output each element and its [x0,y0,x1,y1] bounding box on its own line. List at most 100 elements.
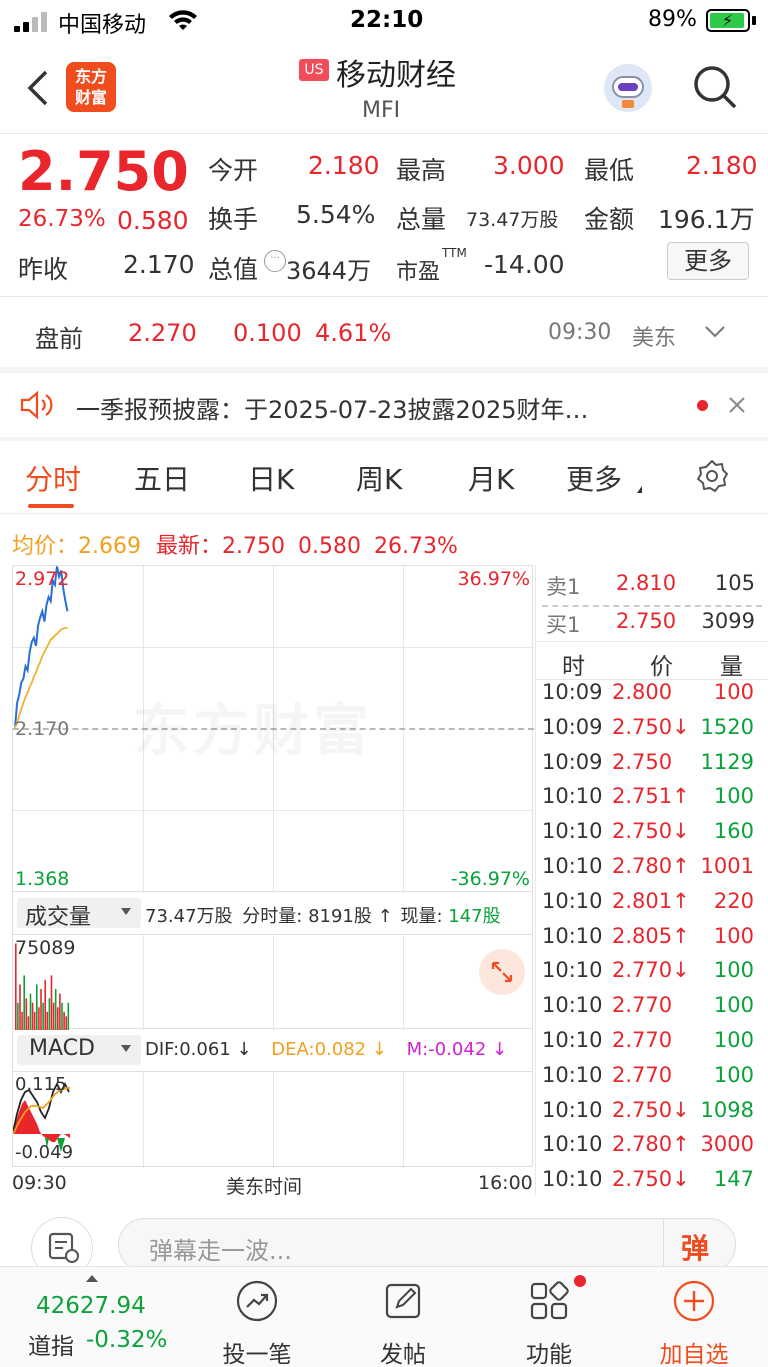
nav-add-watchlist[interactable]: 加自选 [634,1279,754,1367]
amount-label: 金额 [584,205,635,234]
tick-time: 10:09 [542,680,603,704]
edit-icon [385,1283,421,1319]
avg-label: 均价： [12,534,79,559]
volume-header: 成交量 73.47万股 分时量: 8191股 ↑ 现量: 147股 [12,892,533,934]
tick-row: 10:10 2.780↑ 3000 [542,1132,762,1166]
tab-intraday[interactable]: 分时 [25,458,81,498]
tick-volume: 160 [713,819,754,844]
change-percent: 26.73% [18,206,106,232]
open-label: 今开 [208,156,259,185]
tab-weekly-k[interactable]: 周K [356,458,402,498]
bid-row[interactable]: 买1 2.750 3099 [536,605,768,641]
caret-down-icon [121,1045,131,1052]
tab-monthly-k[interactable]: 月K [468,458,514,498]
indicator-selector[interactable]: MACD [17,1035,141,1065]
low-label: 最低 [584,156,635,185]
assistant-robot-icon[interactable] [604,64,652,112]
tick-row: 10:10 2.805↑ 100 [542,924,762,958]
pe-ttm-label: TTM [442,246,467,260]
tick-volume: 3000 [700,1132,754,1157]
high-label: 最高 [396,156,447,185]
tick-volume: 100 [713,993,754,1018]
tick-volume: 100 [713,923,754,948]
y-tick-bottom: 1.368 [15,868,70,890]
x-axis-end: 16:00 [478,1172,533,1194]
prev-close-label: 昨收 [18,255,69,284]
plus-circle-icon [673,1280,715,1322]
more-quote-button[interactable]: 更多 [667,242,749,280]
current-volume: 147股 [448,906,501,927]
dropdown-corner-icon [637,486,642,493]
index-name[interactable]: 道指 [28,1327,74,1361]
price-chart[interactable]: 东方财富 2.972 2.170 1.368 36.97% -36.97% [12,565,534,893]
grid-icon [530,1281,569,1320]
comment-bar: 弹幕走一波... 弹 [0,1196,768,1278]
close-icon[interactable] [728,396,746,414]
back-icon[interactable] [26,70,50,106]
settings-gear-icon[interactable] [694,458,730,494]
macd-bottom-label: -0.049 [15,1142,74,1163]
high-value: 3.000 [493,151,565,180]
volume-bar [61,1002,63,1030]
tick-price: 2.780↑ [612,1132,690,1157]
info-dots-icon[interactable]: ··· [264,250,286,272]
tick-volume: 1129 [700,749,754,774]
ask-row[interactable]: 卖1 2.810 105 [536,565,768,603]
volume-bar [19,984,21,1030]
tab-more[interactable]: 更多 [566,458,622,498]
volume-chart[interactable]: 75089 [12,934,533,1030]
tick-price: 2.780↑ [612,854,690,878]
macd-header: MACD DIF:0.061 ↓ DEA:0.082 ↓ M:-0.042 ↓ [12,1029,533,1071]
tab-active-indicator [28,504,74,508]
tick-time: 10:09 [542,714,603,739]
volume-selector[interactable]: 成交量 [17,898,141,930]
mktcap-value: 3644万 [286,257,372,285]
expand-up-icon[interactable] [86,1275,98,1282]
nav-post[interactable]: 发帖 [343,1279,463,1367]
tick-price: 2.750↓ [612,819,690,844]
expand-chart-icon[interactable] [479,949,525,995]
index-value[interactable]: 42627.94 [36,1293,146,1319]
tick-row: 10:10 2.780↑ 1001 [542,854,762,888]
search-icon[interactable] [692,64,738,110]
tick-time: 10:10 [542,1028,603,1052]
tick-volume: 1520 [700,714,754,739]
volume-bar [23,975,25,1030]
tick-price: 2.750↓ [612,714,690,739]
tick-time: 10:10 [542,923,603,948]
macd-m: M:-0.042 [406,1039,487,1060]
nav-functions[interactable]: 功能 [489,1279,609,1367]
latest-label: 最新： [156,534,223,559]
index-percent[interactable]: -0.32% [86,1327,167,1353]
danmu-toggle-button[interactable]: 弹 [681,1227,709,1267]
danmu-input[interactable]: 弹幕走一波... 弹 [118,1218,736,1273]
macd-chart[interactable]: 0.115 -0.049 [12,1071,533,1168]
nav-trade[interactable]: 投一笔 [197,1279,317,1367]
tick-row: 10:10 2.770 100 [542,993,762,1027]
volume-bars [15,943,70,1030]
premarket-row[interactable]: 盘前 2.270 0.100 4.61% 09:30 美东 [0,297,768,367]
chevron-down-icon[interactable] [704,325,726,339]
notification-dot [574,1275,586,1287]
volume-bar [29,993,32,1030]
open-value: 2.180 [308,151,380,180]
price-lines [14,566,69,728]
macd-lines [13,1081,70,1152]
volume-bar [54,989,57,1030]
last-price: 2.750 [18,140,189,203]
notice-bar[interactable]: 一季报预披露：于2025-07-23披露2025财年… [0,373,768,437]
notice-text: 一季报预披露：于2025-07-23披露2025财年… [76,396,589,424]
tab-daily-k[interactable]: 日K [248,458,294,498]
volume-bar [27,1016,30,1030]
volume-bar [17,1002,19,1030]
battery-percent: 89% [648,7,697,32]
premarket-price: 2.270 [128,319,197,347]
macd-top-label: 0.115 [15,1074,67,1095]
tab-5day[interactable]: 五日 [134,458,190,498]
tick-time: 10:10 [542,1132,603,1157]
y-tick-top: 2.972 [15,568,70,590]
low-value: 2.180 [686,151,758,180]
tick-price: 2.770↓ [612,958,690,983]
latest-change: 0.580 [298,534,361,559]
tick-row: 10:10 2.801↑ 220 [542,889,762,923]
